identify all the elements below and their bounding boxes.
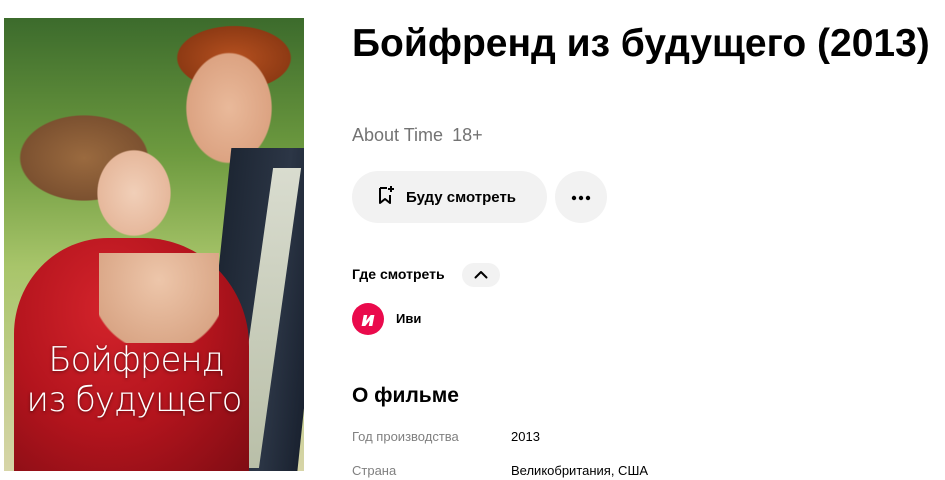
info-label-country: Страна: [352, 463, 397, 478]
chevron-up-icon: [474, 266, 488, 284]
info-value-year: 2013: [511, 429, 540, 444]
watch-later-label: Буду смотреть: [406, 188, 517, 206]
original-title: About Time: [352, 125, 444, 145]
info-value-country: Великобритания, США: [511, 463, 649, 478]
age-rating: 18+: [452, 125, 483, 145]
provider-name[interactable]: Иви: [396, 311, 421, 326]
movie-poster: Бойфренд из будущего: [4, 18, 304, 471]
ivi-logo-icon[interactable]: и: [352, 303, 384, 335]
where-to-watch-heading: Где смотреть: [352, 266, 445, 282]
poster-skin-shape: [99, 253, 219, 343]
watch-later-button[interactable]: Буду смотреть: [352, 171, 547, 223]
bookmark-plus-icon: [376, 185, 406, 209]
poster-title-line1: Бойфренд: [48, 340, 224, 380]
movie-subtitle: About Time 18+: [352, 125, 483, 146]
page-title: Бойфренд из будущего (2013): [352, 22, 930, 65]
about-heading: О фильме: [352, 384, 459, 407]
more-options-button[interactable]: [555, 171, 607, 223]
where-to-watch-toggle[interactable]: [462, 263, 500, 287]
ellipsis-icon: [571, 188, 591, 206]
info-label-year: Год производства: [352, 429, 459, 444]
poster-title-line2: из будущего: [26, 380, 243, 420]
